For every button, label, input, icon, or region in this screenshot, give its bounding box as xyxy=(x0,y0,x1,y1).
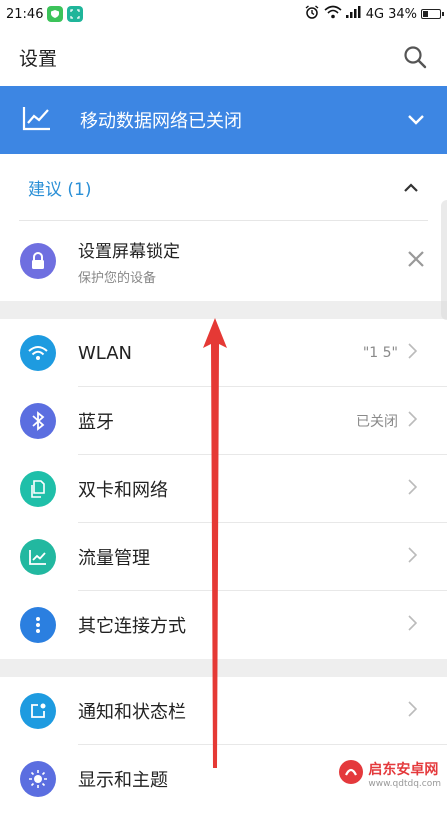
alarm-icon xyxy=(304,4,320,24)
wifi-status-icon xyxy=(324,5,342,23)
settings-item-wlan[interactable]: WLAN "1 5" xyxy=(0,319,447,387)
dual-sim-label: 双卡和网络 xyxy=(78,480,168,501)
notification-icon xyxy=(20,693,56,729)
settings-item-data-usage[interactable]: 流量管理 xyxy=(0,523,447,591)
suggestions-header[interactable]: 建议 (1) xyxy=(0,154,447,220)
signal-icon xyxy=(345,6,362,22)
bluetooth-icon xyxy=(20,403,56,439)
display-label: 显示和主题 xyxy=(78,770,168,791)
notifications-label: 通知和状态栏 xyxy=(78,702,186,723)
more-icon xyxy=(20,607,56,643)
watermark-url: www.qdtdq.com xyxy=(368,779,441,789)
lock-icon xyxy=(20,243,56,279)
section-gap xyxy=(0,301,447,319)
chart-icon xyxy=(20,539,56,575)
watermark-logo-icon xyxy=(338,759,364,789)
suggestion-screen-lock[interactable]: 设置屏幕锁定 保护您的设备 xyxy=(0,221,447,301)
chevron-right-icon xyxy=(408,479,418,499)
bluetooth-label: 蓝牙 xyxy=(78,412,114,433)
settings-item-other-connections[interactable]: 其它连接方式 xyxy=(0,591,447,659)
section-gap xyxy=(0,659,447,677)
chevron-right-icon xyxy=(408,615,418,635)
bluetooth-value: 已关闭 xyxy=(356,414,398,430)
chevron-down-icon[interactable] xyxy=(407,111,425,130)
edge-handle xyxy=(441,200,447,320)
battery-percent: 34% xyxy=(388,6,417,22)
scan-app-icon xyxy=(67,6,84,22)
wlan-label: WLAN xyxy=(78,342,133,364)
search-icon[interactable] xyxy=(402,44,428,70)
chevron-right-icon xyxy=(408,411,418,431)
status-time: 21:46 xyxy=(6,6,44,22)
banner-label: 移动数据网络已关闭 xyxy=(80,111,242,132)
status-bar: 21:46 4G 34% xyxy=(0,0,447,28)
trend-chart-icon xyxy=(22,105,52,135)
chevron-right-icon xyxy=(408,343,418,363)
network-type: 4G xyxy=(365,6,385,22)
wlan-value: "1 5" xyxy=(362,345,398,361)
watermark-brand: 启东安卓网 xyxy=(368,762,439,778)
app-bar: 设置 xyxy=(0,28,447,86)
settings-item-bluetooth[interactable]: 蓝牙 已关闭 xyxy=(0,387,447,455)
mobile-data-banner[interactable]: 移动数据网络已关闭 xyxy=(0,86,447,154)
chevron-right-icon xyxy=(408,701,418,721)
chevron-right-icon xyxy=(408,547,418,567)
close-icon[interactable] xyxy=(407,250,425,272)
shield-app-icon xyxy=(47,6,64,22)
display-icon xyxy=(20,761,56,797)
page-title: 设置 xyxy=(19,47,58,70)
chevron-up-icon[interactable] xyxy=(403,178,419,197)
wifi-icon xyxy=(20,335,56,371)
settings-item-notifications[interactable]: 通知和状态栏 xyxy=(0,677,447,745)
sim-icon xyxy=(20,471,56,507)
watermark: 启东安卓网 www.qdtdq.com xyxy=(338,759,441,789)
other-connections-label: 其它连接方式 xyxy=(78,616,186,637)
settings-item-dual-sim[interactable]: 双卡和网络 xyxy=(0,455,447,523)
suggestion-title: 设置屏幕锁定 xyxy=(78,241,180,262)
suggestions-title: 建议 (1) xyxy=(28,179,92,200)
data-usage-label: 流量管理 xyxy=(78,548,150,569)
suggestion-subtitle: 保护您的设备 xyxy=(78,270,157,286)
battery-icon xyxy=(421,9,444,19)
